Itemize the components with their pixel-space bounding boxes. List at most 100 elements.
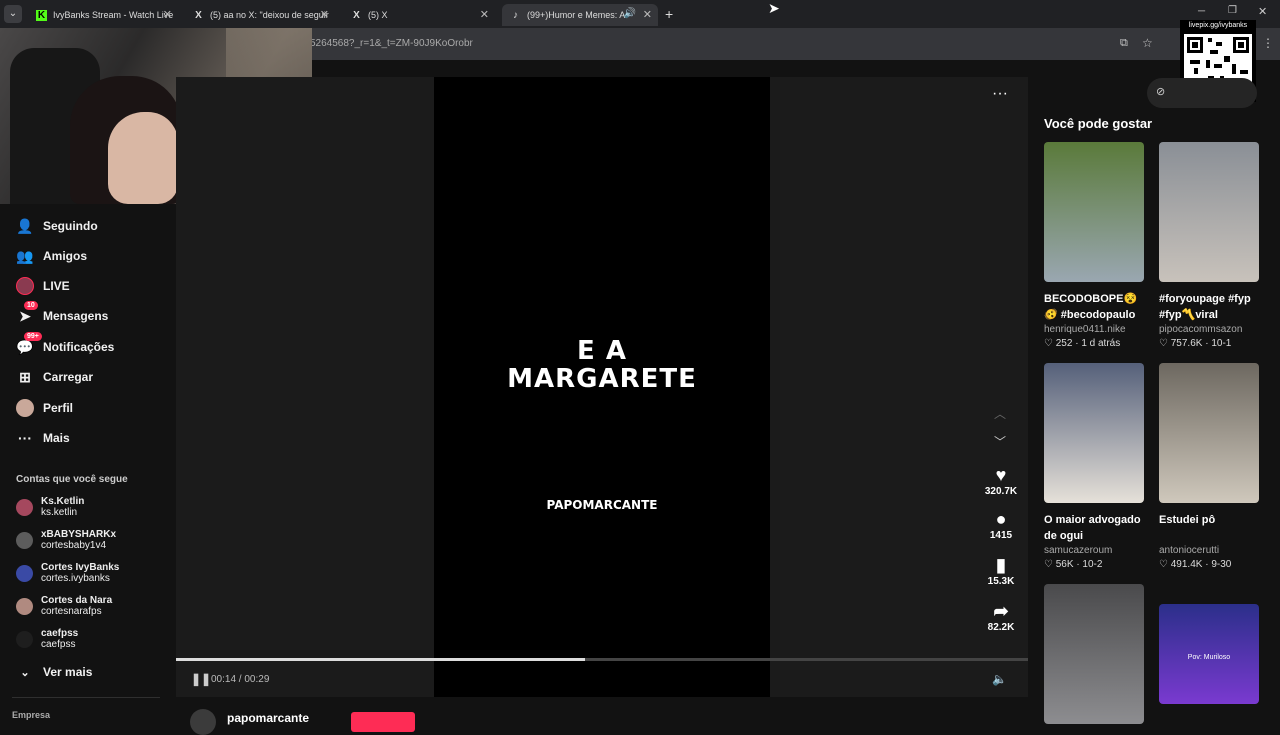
recommended-video[interactable]: Estudei pô antoniocerutti ♡ 491.4K · 9-3…	[1159, 363, 1259, 570]
share-icon: ➦	[993, 601, 1009, 621]
followed-account[interactable]: Cortes IvyBanks cortes.ivybanks	[16, 562, 119, 584]
recommended-video[interactable]: BECODOBOPE😵🫨 #becodopaulo #au... henriqu…	[1044, 142, 1144, 349]
tab-x-aa[interactable]: X (5) aa no X: "deixou de seguir o ✕	[185, 4, 335, 26]
close-tab-icon[interactable]: ✕	[643, 8, 652, 21]
video-stats: ♡ 757.6K · 10-1	[1159, 338, 1232, 349]
tab-label: (99+)Humor e Memes: A Tr	[527, 10, 627, 20]
upload-icon: ⊞	[19, 368, 31, 385]
avatar	[16, 597, 33, 615]
bookmark-star-icon[interactable]: ☆	[1142, 36, 1153, 50]
account-name: Cortes da Nara	[41, 595, 113, 606]
author-name[interactable]: papomarcante	[227, 711, 309, 725]
following-heading: Contas que você segue	[16, 474, 128, 485]
like-count: 320.7K	[984, 486, 1018, 497]
close-tab-icon[interactable]: ✕	[480, 8, 489, 21]
recommended-video[interactable]: Pov: Muriloso	[1159, 604, 1259, 704]
volume-icon[interactable]: 🔈	[992, 672, 1007, 686]
close-window-icon[interactable]: ✕	[1258, 5, 1267, 18]
video-author: henrique0411.nike	[1044, 324, 1126, 335]
progress-track[interactable]	[176, 658, 1028, 661]
sidebar-item-following[interactable]: 👤 Seguindo	[16, 214, 97, 238]
url-field[interactable]: 5264568?_r=1&_t=ZM-90J9KoOrobr	[310, 38, 473, 49]
sidebar-item-upload[interactable]: ⊞ Carregar	[16, 365, 93, 389]
sidebar-item-friends[interactable]: 👥 Amigos	[16, 244, 87, 268]
sidebar-item-messages[interactable]: ➤ 10 Mensagens	[16, 301, 108, 328]
recommended-video[interactable]	[1044, 584, 1144, 724]
pause-icon[interactable]: ❚❚	[191, 672, 211, 686]
video-frame[interactable]: E A MARGARETE PAPOMARCANTE	[434, 77, 770, 697]
account-handle: cortes.ivybanks	[41, 573, 110, 584]
footer-company-link[interactable]: Empresa	[12, 710, 50, 720]
video-title: #foryoupage #fyp #fyp〽️viral	[1159, 293, 1251, 321]
video-author: samucazeroum	[1044, 545, 1113, 556]
panel-pill-button[interactable]: ⊘	[1147, 78, 1257, 108]
minimize-icon[interactable]: ─	[1198, 6, 1205, 17]
tab-label: (5) aa no X: "deixou de seguir o	[210, 10, 330, 20]
close-tab-icon[interactable]: ✕	[163, 8, 172, 21]
recommendations-heading: Você pode gostar	[1044, 116, 1153, 131]
save-button[interactable]: ▮ 15.3K	[982, 554, 1020, 587]
account-handle: cortesbaby1v4	[41, 540, 107, 551]
see-more-button[interactable]: ⌄ Ver mais	[16, 660, 92, 684]
video-thumbnail	[1159, 363, 1259, 503]
tab-search-button[interactable]: ⌄	[4, 5, 22, 23]
new-tab-button[interactable]: +	[665, 6, 673, 22]
messages-icon: ➤ 10	[16, 301, 38, 325]
sidebar-item-notifications[interactable]: 💬 99+ Notificações	[16, 332, 115, 359]
account-name: Cortes IvyBanks	[41, 562, 120, 573]
video-options-icon[interactable]: ···	[992, 85, 1008, 103]
recommended-video[interactable]: #foryoupage #fyp #fyp〽️viral pipocacomms…	[1159, 142, 1259, 349]
browser-tab-bar: ⌄ K IvyBanks Stream - Watch Live o ✕ X (…	[0, 0, 1280, 28]
like-button[interactable]: ♥ 320.7K	[982, 464, 1020, 497]
install-app-icon[interactable]: ⧉	[1120, 37, 1128, 50]
share-count: 82.2K	[987, 622, 1015, 633]
author-avatar[interactable]	[190, 709, 216, 735]
notifications-badge: 99+	[24, 332, 42, 341]
progress-fill	[176, 658, 585, 661]
friends-icon: 👥	[16, 247, 34, 264]
kick-icon: K	[36, 9, 47, 21]
avatar	[16, 630, 33, 648]
video-thumbnail	[1159, 142, 1259, 282]
video-thumbnail	[1044, 142, 1144, 282]
sidebar-item-more[interactable]: ··· Mais	[16, 426, 70, 450]
followed-account[interactable]: Ks.Ketlin ks.ketlin	[16, 496, 84, 518]
followed-account[interactable]: Cortes da Nara cortesnarafps	[16, 595, 112, 617]
account-handle: ks.ketlin	[41, 507, 78, 518]
recommended-video[interactable]: O maior advogado de ogui samucazeroum ♡ …	[1044, 363, 1144, 570]
comment-icon: ●	[995, 509, 1007, 529]
followed-account[interactable]: xBABYSHARKx cortesbaby1v4	[16, 529, 116, 551]
sidebar-item-label: Notificações	[43, 340, 115, 354]
browser-menu-icon[interactable]: ⋮	[1262, 36, 1274, 50]
x-logo-icon: X	[195, 9, 202, 21]
account-name: Ks.Ketlin	[41, 496, 85, 507]
streamer-face	[108, 112, 178, 204]
bookmark-icon: ▮	[996, 555, 1006, 575]
video-thumbnail	[1044, 363, 1144, 503]
sidebar-item-profile[interactable]: Perfil	[16, 396, 73, 420]
sidebar-item-label: Perfil	[43, 401, 74, 415]
sidebar-item-live[interactable]: LIVE	[16, 274, 70, 298]
tab-tiktok[interactable]: ♪ (99+)Humor e Memes: A Tr 🔊 ✕	[502, 4, 658, 26]
restore-icon[interactable]: ❐	[1228, 5, 1237, 16]
audio-playing-icon[interactable]: 🔊	[624, 8, 636, 19]
follow-button[interactable]	[351, 712, 415, 732]
comment-count: 1415	[989, 530, 1013, 541]
followed-account[interactable]: caefpss caefpss	[16, 628, 78, 650]
tab-x[interactable]: X (5) X ✕	[343, 4, 495, 26]
tab-ivybanks-stream[interactable]: K IvyBanks Stream - Watch Live o ✕	[28, 4, 178, 26]
avatar	[16, 564, 33, 582]
close-tab-icon[interactable]: ✕	[320, 8, 329, 21]
video-title: O maior advogado de ogui	[1044, 514, 1141, 542]
share-button[interactable]: ➦ 82.2K	[982, 600, 1020, 633]
tab-label: (5) X	[368, 10, 388, 20]
avatar	[16, 498, 33, 516]
comment-button[interactable]: ● 1415	[982, 508, 1020, 541]
sidebar-item-label: Carregar	[43, 370, 94, 384]
caption-line: MARGARETE	[507, 364, 697, 394]
profile-avatar-icon	[16, 399, 34, 417]
avatar	[16, 531, 33, 549]
previous-video-icon[interactable]: ︿	[994, 405, 1006, 422]
sidebar-item-label: Mais	[43, 431, 70, 445]
next-video-icon[interactable]: ﹀	[994, 433, 1006, 450]
